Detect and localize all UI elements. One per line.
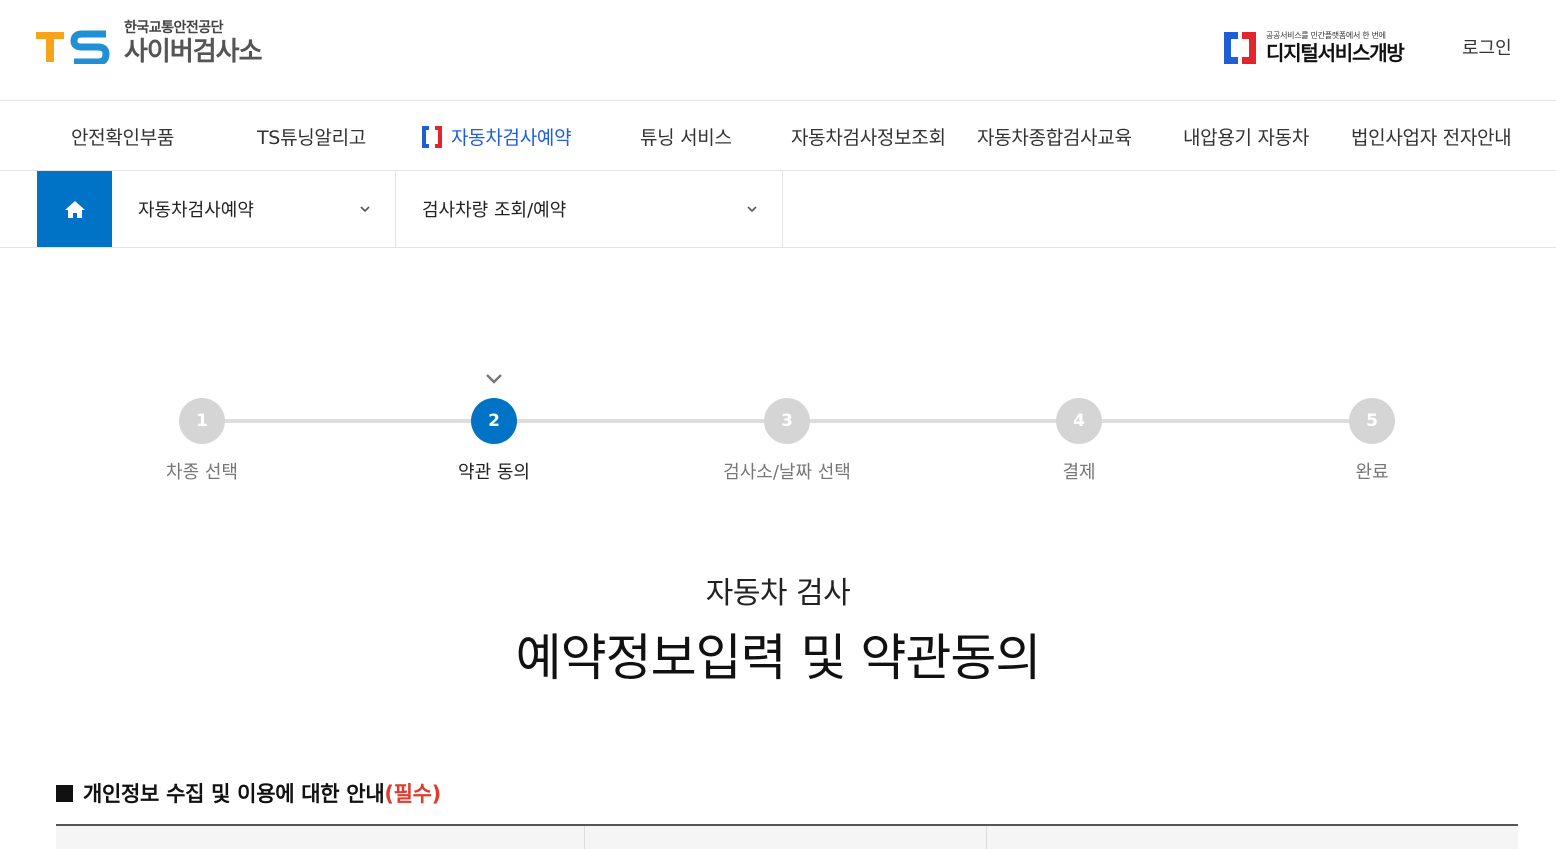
step-3-label: 검사소/날짜 선택 [723,462,851,483]
privacy-section-title-text: 개인정보 수집 및 이용에 대한 안내 [83,782,385,806]
logo-subtitle: 한국교통안전공단 [124,20,224,36]
location-select-submenu-value: 검사차량 조회/예약 [422,200,567,221]
step-2: 2 [471,398,517,444]
step-2-label: 약관 동의 [458,462,530,483]
reservation-steps: 1 2 3 4 5 차종 선택 약관 동의 검사소/날짜 선택 결제 완료 [0,360,1556,500]
nav-item-inspection-info[interactable]: 자동차검사정보조회 [791,123,946,150]
nav-item-ts-tuning[interactable]: TS튜닝알리고 [257,123,366,150]
nav-item-label: 자동차검사예약 [451,127,572,149]
site-header: 한국교통안전공단 사이버검사소 공공서비스를 민간플랫폼에서 한 번에 디지털서… [0,0,1556,101]
page-subtitle: 자동차 검사 [705,576,851,611]
home-button[interactable] [37,171,112,247]
nav-item-inspection-reservation[interactable]: 자동차검사예약 [421,123,572,150]
nav-item-pressure-vessel[interactable]: 내압용기 자동차 [1183,123,1309,150]
nav-item-corporate-notice[interactable]: 법인사업자 전자안내 [1351,123,1512,150]
chevron-down-icon [747,206,757,213]
location-bar: 자동차검사예약 검사차량 조회/예약 [0,171,1556,248]
main-navigation: 안전확인부품 TS튜닝알리고 자동차검사예약 튜닝 서비스 자동차검사정보조회 … [0,101,1556,171]
login-link[interactable]: 로그인 [1462,34,1512,60]
step-1-label: 차종 선택 [166,462,238,483]
privacy-section-title: 개인정보 수집 및 이용에 대한 안내 (필수) [56,778,441,808]
privacy-table-header [56,824,1518,849]
bracket-icon [422,125,442,148]
location-select-submenu[interactable]: 검사차량 조회/예약 [396,171,783,247]
location-select-menu[interactable]: 자동차검사예약 [112,171,396,247]
page-title: 예약정보입력 및 약관동의 [515,629,1042,687]
step-4: 4 [1056,398,1102,444]
home-icon [64,201,85,218]
required-badge: (필수) [384,782,441,806]
digital-service-open-link[interactable]: 공공서비스를 민간플랫폼에서 한 번에 디지털서비스개방 [1222,30,1405,66]
current-step-check-icon [486,374,502,384]
step-5: 5 [1349,398,1395,444]
ts-logo-mark [36,24,110,64]
digital-service-subtitle: 공공서비스를 민간플랫폼에서 한 번에 [1266,31,1386,40]
step-5-label: 완료 [1355,462,1389,483]
logo-title: 사이버검사소 [124,37,263,67]
square-bullet-icon [56,784,73,802]
nav-item-safety-parts[interactable]: 안전확인부품 [71,123,174,150]
nav-item-tuning-service[interactable]: 튜닝 서비스 [640,123,732,150]
table-header-cell [56,826,585,849]
site-logo[interactable]: 한국교통안전공단 사이버검사소 [36,20,263,68]
digital-service-logo-icon [1222,30,1258,66]
step-1: 1 [179,398,225,444]
digital-service-title: 디지털서비스개방 [1266,41,1405,65]
location-select-menu-value: 자동차검사예약 [138,200,254,221]
step-4-label: 결제 [1062,462,1096,483]
step-3: 3 [764,398,810,444]
nav-item-inspection-education[interactable]: 자동차종합검사교육 [977,123,1132,150]
chevron-down-icon [360,206,370,213]
table-header-cell [585,826,987,849]
